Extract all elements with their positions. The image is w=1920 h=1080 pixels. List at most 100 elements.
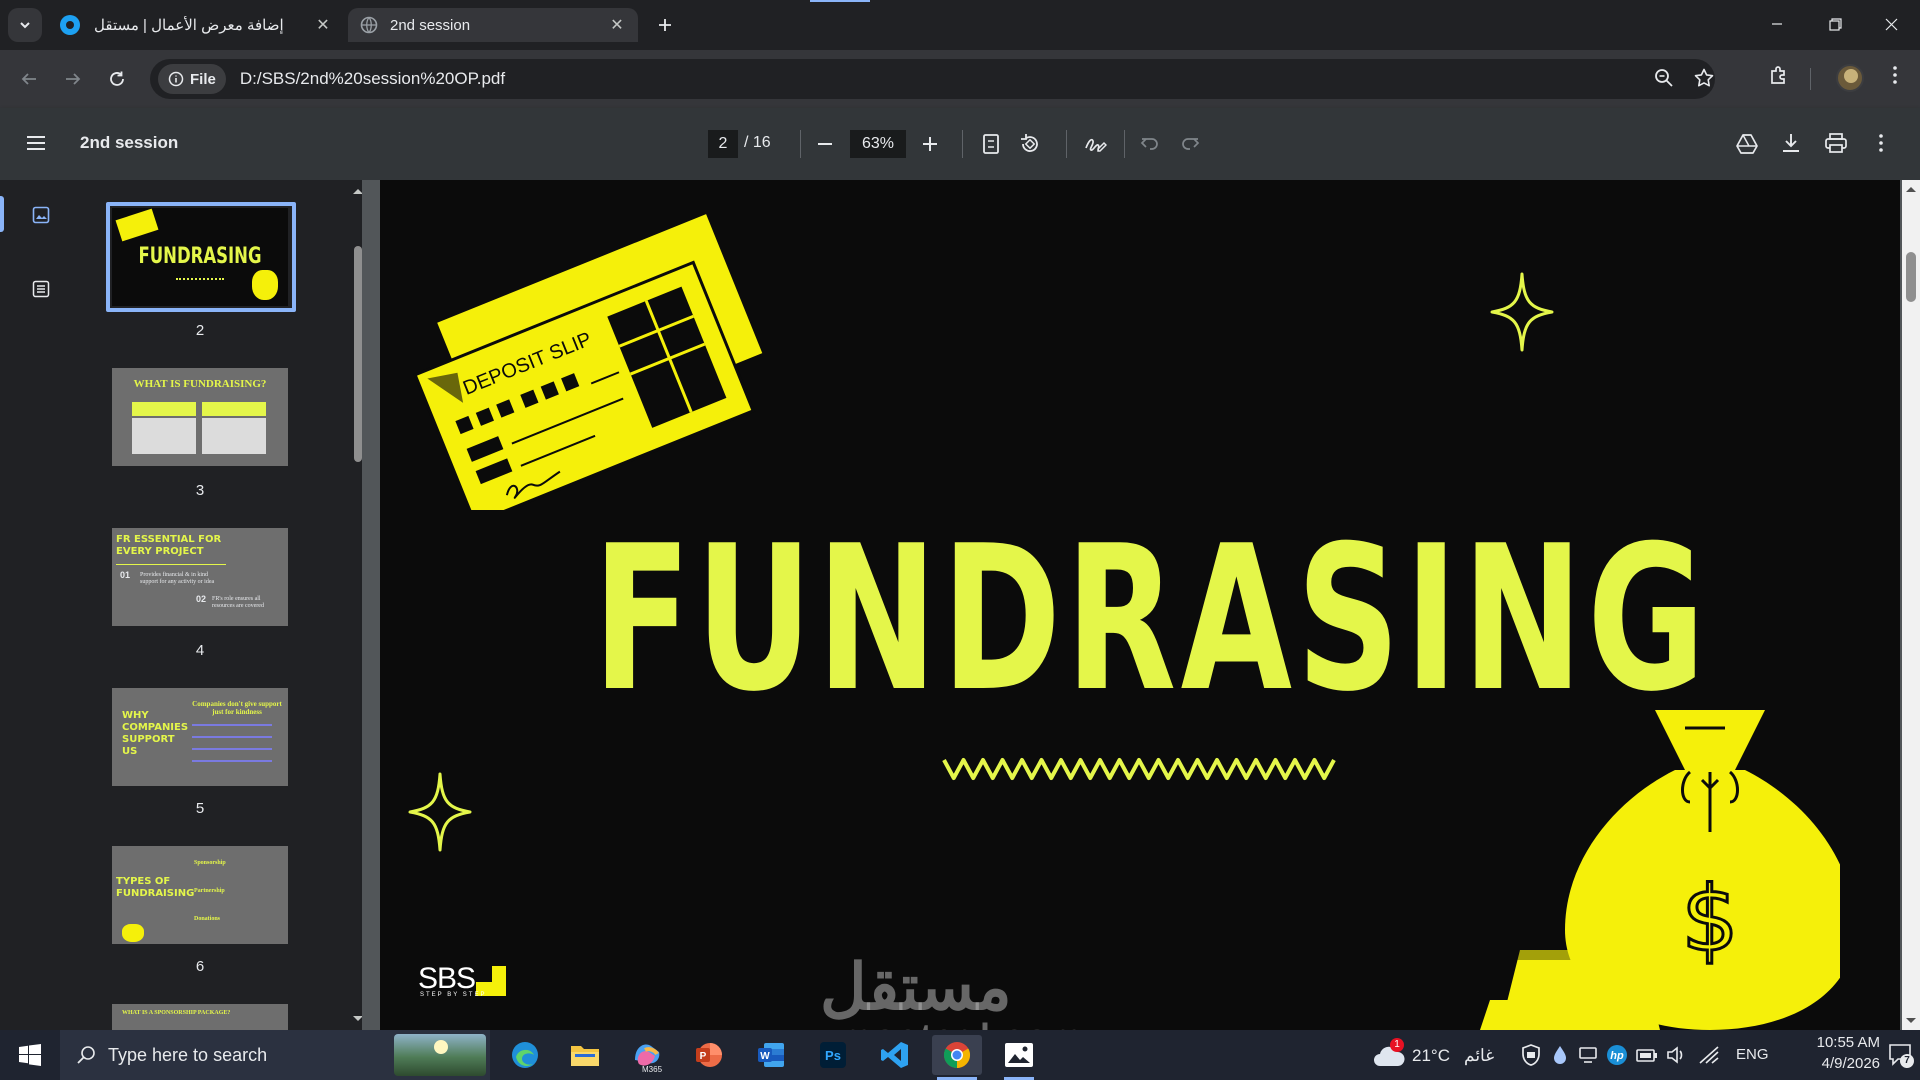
window-accent-line bbox=[810, 0, 870, 2]
start-button[interactable] bbox=[0, 1030, 60, 1080]
logo-tagline: STEP BY STEP bbox=[420, 992, 487, 998]
taskbar-app-explorer[interactable] bbox=[560, 1035, 610, 1075]
info-icon bbox=[168, 71, 184, 87]
profile-avatar[interactable] bbox=[1836, 64, 1864, 92]
hamburger-icon bbox=[27, 136, 45, 150]
edge-icon bbox=[512, 1042, 538, 1068]
thumbnail-page-number: 6 bbox=[195, 958, 205, 975]
sidebar-toggle-button[interactable] bbox=[26, 134, 46, 152]
tab-mostaql[interactable]: إضافة معرض الأعمال | مستقل ✕ bbox=[56, 8, 340, 42]
thumbnail-page-5[interactable]: WHY COMPANIES SUPPORT US Companies don't… bbox=[112, 688, 288, 786]
hp-icon[interactable]: hp bbox=[1606, 1044, 1628, 1066]
scrollbar-thumb[interactable] bbox=[1906, 252, 1916, 302]
new-tab-button[interactable] bbox=[650, 10, 680, 40]
thumbnail-page-7[interactable]: WHAT IS A SPONSORSHIP PACKAGE? bbox=[112, 1004, 288, 1030]
chrome-menu-button[interactable] bbox=[1884, 64, 1906, 86]
word-icon: W bbox=[758, 1043, 784, 1067]
taskbar-app-edge[interactable] bbox=[500, 1035, 550, 1075]
thumb-item-text: FR's role ensures all resources are cove… bbox=[212, 596, 264, 609]
device-icon[interactable] bbox=[1578, 1046, 1598, 1064]
language-indicator[interactable]: ENG bbox=[1736, 1046, 1769, 1063]
reload-button[interactable] bbox=[100, 62, 134, 96]
notification-button[interactable]: 7 bbox=[1888, 1042, 1914, 1068]
thumb-item-number: 02 bbox=[196, 594, 207, 604]
back-button[interactable] bbox=[12, 62, 46, 96]
thumb-title: FR ESSENTIAL FOR EVERY PROJECT bbox=[116, 534, 222, 557]
thumbnails-view-button[interactable] bbox=[32, 206, 50, 224]
chrome-icon bbox=[943, 1042, 971, 1069]
taskbar-app-photos[interactable] bbox=[994, 1035, 1044, 1080]
scroll-down-icon bbox=[1906, 1018, 1916, 1023]
tab-2nd-session[interactable]: 2nd session ✕ bbox=[348, 8, 638, 42]
zoom-out-button[interactable] bbox=[815, 134, 835, 154]
reload-icon bbox=[110, 71, 124, 86]
redo-button[interactable] bbox=[1180, 133, 1200, 153]
page-number-input[interactable]: 2 bbox=[708, 130, 738, 158]
thumbnail-page-number: 2 bbox=[195, 322, 205, 339]
close-window-button[interactable] bbox=[1862, 0, 1920, 48]
extensions-button[interactable] bbox=[1768, 64, 1790, 86]
windows-logo-icon bbox=[19, 1044, 41, 1066]
taskbar-app-powerpoint[interactable]: P bbox=[684, 1035, 734, 1075]
site-info-chip[interactable]: File bbox=[158, 64, 226, 94]
windows-taskbar: Type here to search M365 P W Ps 1 21°C غ… bbox=[0, 1030, 1920, 1080]
zoom-in-button[interactable] bbox=[920, 134, 940, 154]
taskbar-app-word[interactable]: W bbox=[746, 1035, 796, 1075]
forward-button[interactable] bbox=[56, 62, 90, 96]
zoom-page-button[interactable] bbox=[1653, 67, 1675, 89]
thumb-title: FUNDRASING bbox=[138, 244, 262, 269]
scrollbar-thumb[interactable] bbox=[354, 246, 362, 462]
security-shield-icon[interactable] bbox=[1520, 1044, 1542, 1066]
restore-button[interactable] bbox=[1806, 0, 1864, 48]
close-icon[interactable]: ✕ bbox=[606, 14, 628, 36]
thumbnail-page-4[interactable]: FR ESSENTIAL FOR EVERY PROJECT 01 Provid… bbox=[112, 528, 288, 626]
fit-page-button[interactable] bbox=[982, 133, 1000, 155]
save-to-drive-button[interactable] bbox=[1735, 132, 1759, 156]
taskbar-app-photoshop[interactable]: Ps bbox=[808, 1035, 858, 1075]
zoom-level-input[interactable]: 63% bbox=[850, 130, 906, 158]
search-highlight-image bbox=[394, 1034, 486, 1076]
thumbnail-page-number: 4 bbox=[195, 642, 205, 659]
thumb-item-text: Provides financial & in kind support for… bbox=[140, 572, 215, 585]
rotate-button[interactable] bbox=[1018, 132, 1042, 156]
weather-temp: 21°C bbox=[1412, 1046, 1450, 1065]
thumb-title: TYPES OF FUNDRAISING bbox=[116, 876, 195, 899]
url-text[interactable]: D:/SBS/2nd%20session%20OP.pdf bbox=[240, 69, 505, 89]
tab-search-button[interactable] bbox=[8, 8, 42, 42]
scheme-label: File bbox=[190, 70, 216, 88]
viewer-scrollbar[interactable] bbox=[1902, 180, 1920, 1030]
clock[interactable]: 10:55 AM 4/9/2026 bbox=[1770, 1034, 1880, 1078]
battery-icon[interactable] bbox=[1636, 1046, 1658, 1064]
tab-title: 2nd session bbox=[390, 16, 471, 34]
minimize-button[interactable] bbox=[1748, 0, 1806, 48]
bookmark-button[interactable] bbox=[1693, 67, 1715, 89]
taskbar-app-chrome[interactable] bbox=[932, 1035, 982, 1080]
drop-icon[interactable] bbox=[1552, 1045, 1568, 1065]
pdf-more-button[interactable] bbox=[1870, 132, 1892, 154]
address-bar[interactable]: File D:/SBS/2nd%20session%20OP.pdf bbox=[150, 59, 1715, 99]
undo-button[interactable] bbox=[1140, 133, 1160, 153]
taskbar-search[interactable]: Type here to search bbox=[60, 1030, 490, 1080]
thumbnail-page-3[interactable]: WHAT IS FUNDRAISING? bbox=[112, 368, 288, 466]
more-vert-icon bbox=[1879, 134, 1883, 152]
search-icon bbox=[1655, 69, 1673, 87]
outline-view-button[interactable] bbox=[32, 280, 50, 298]
wifi-icon[interactable] bbox=[1698, 1045, 1720, 1065]
rail-active-indicator bbox=[0, 196, 4, 232]
pdf-toolbar: 2nd session 2 / 16 63% bbox=[0, 108, 1920, 180]
close-icon[interactable]: ✕ bbox=[312, 14, 334, 36]
weather-widget[interactable]: 1 21°C غائم bbox=[1370, 1038, 1500, 1072]
print-button[interactable] bbox=[1824, 132, 1848, 154]
logo-text: SBS bbox=[418, 962, 476, 995]
toolbar-separator bbox=[800, 130, 801, 158]
taskbar-app-m365[interactable]: M365 bbox=[622, 1035, 672, 1075]
annotate-button[interactable] bbox=[1083, 132, 1107, 156]
folder-icon bbox=[571, 1046, 599, 1066]
download-button[interactable] bbox=[1780, 132, 1802, 154]
volume-icon[interactable] bbox=[1666, 1045, 1688, 1065]
undo-icon bbox=[1140, 138, 1158, 150]
taskbar-app-vscode[interactable] bbox=[870, 1035, 920, 1075]
thumbnail-page-6[interactable]: TYPES OF FUNDRAISING Sponsorship Partner… bbox=[112, 846, 288, 944]
thumbnail-page-2[interactable]: FUNDRASING bbox=[112, 208, 288, 306]
deposit-slip-illustration: DEPOSIT SLIP bbox=[413, 214, 763, 510]
